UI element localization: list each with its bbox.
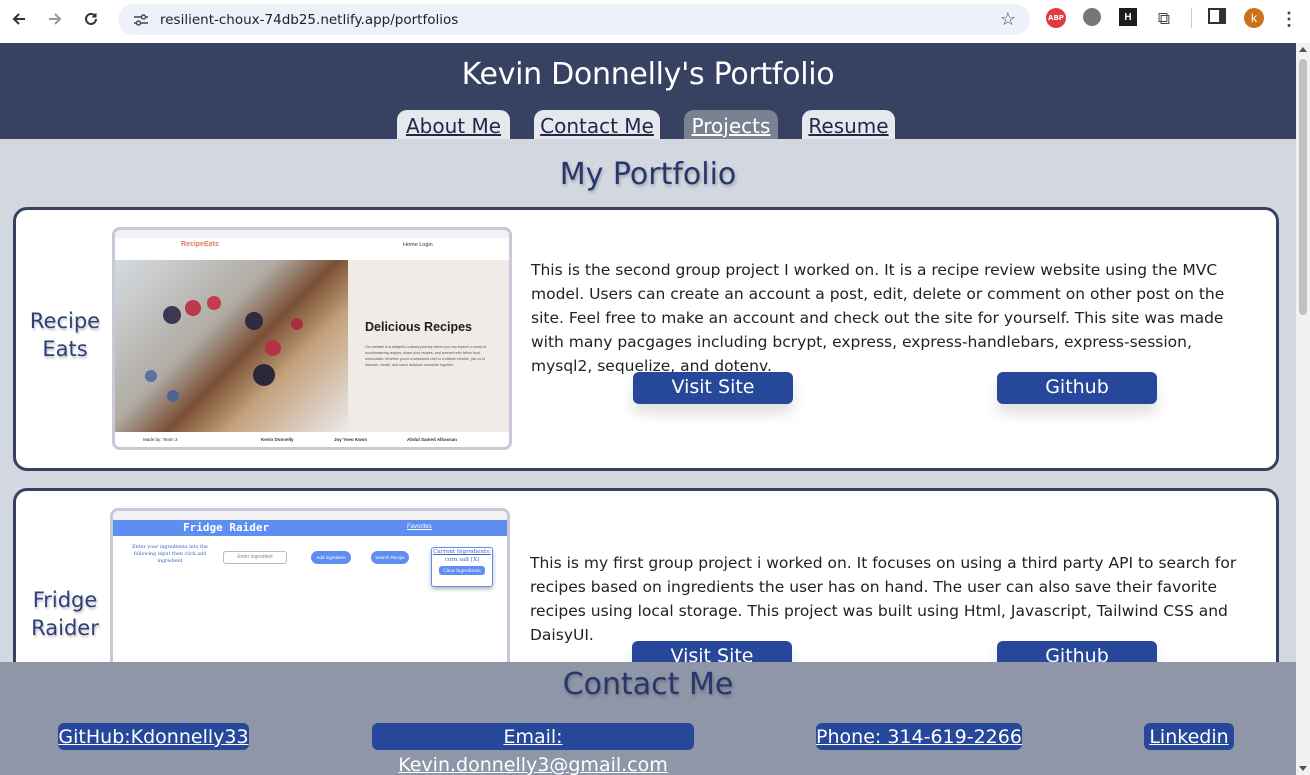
mini-title: Fridge Raider xyxy=(183,521,270,534)
phone-link[interactable]: Phone: 314-619-2266 xyxy=(816,723,1022,750)
reload-icon[interactable] xyxy=(73,1,109,37)
contact-heading: Contact Me xyxy=(562,667,734,702)
extension-ghost-icon[interactable] xyxy=(1083,8,1101,26)
forward-icon[interactable] xyxy=(37,1,73,37)
email-link[interactable]: Email: Kevin.donnelly3@gmail.com xyxy=(372,723,694,775)
adblock-icon[interactable]: ABP xyxy=(1046,8,1066,28)
visit-site-button[interactable]: Visit Site xyxy=(633,372,793,404)
side-panel-icon[interactable] xyxy=(1208,8,1226,24)
browser-toolbar: resilient-choux-74db25.netlify.app/portf… xyxy=(0,0,1310,43)
site-header: Kevin Donnelly's Portfolio About Me Cont… xyxy=(0,43,1296,139)
food-photo xyxy=(115,260,348,432)
portfolio-heading: My Portfolio xyxy=(559,157,737,192)
project-description: This is my first group project i worked … xyxy=(530,554,1237,644)
mini-current-value: corn salt [X] xyxy=(444,557,480,563)
menu-kebab-icon[interactable]: ⋮ xyxy=(1280,8,1298,30)
mini-footer-item: Made by: Team 3 xyxy=(143,437,178,442)
tab-about-me[interactable]: About Me xyxy=(397,110,510,139)
site-settings-icon[interactable] xyxy=(126,13,156,27)
page-scrollbar[interactable] xyxy=(1296,43,1310,775)
mini-footer-item: Abdul Samed Alhassan xyxy=(407,437,457,442)
page-viewport: Kevin Donnelly's Portfolio About Me Cont… xyxy=(0,43,1296,775)
bookmark-star-icon[interactable]: ☆ xyxy=(1000,9,1016,30)
site-title: Kevin Donnelly's Portfolio xyxy=(461,57,835,92)
mini-current-label: Current Ingredients: xyxy=(433,549,491,555)
github-link[interactable]: GitHub:Kdonnelly33 xyxy=(58,723,249,750)
profile-avatar[interactable]: k xyxy=(1244,8,1264,28)
mini-nav-links: Home Login xyxy=(403,242,433,248)
mini-browser-bar xyxy=(113,511,507,520)
project-card: Recipe Eats RecipeEats Home Login Delici… xyxy=(13,207,1279,471)
mini-nav xyxy=(115,238,509,260)
mini-blurb: Our website is a delightful culinary jou… xyxy=(365,345,487,367)
toolbar-divider xyxy=(1191,8,1192,28)
mini-logo: RecipeEats xyxy=(181,241,219,248)
mini-favorites-link: Favorites xyxy=(407,524,432,530)
project-name: Recipe Eats xyxy=(29,309,101,361)
project-description: This is the second group project I worke… xyxy=(531,261,1225,375)
tab-projects[interactable]: Projects xyxy=(684,110,778,139)
address-bar[interactable]: resilient-choux-74db25.netlify.app/portf… xyxy=(118,4,1030,35)
project-name: Fridge Raider xyxy=(31,588,99,640)
mini-heading: Delicious Recipes xyxy=(365,320,472,334)
contact-footer: Contact Me GitHub:Kdonnelly33 Email: Kev… xyxy=(0,662,1296,775)
mini-search-button: Search Recipe xyxy=(371,551,409,564)
back-icon[interactable] xyxy=(1,1,37,37)
project-screenshot[interactable]: RecipeEats Home Login Delicious Recipes … xyxy=(112,227,512,450)
scrollbar-thumb[interactable] xyxy=(1299,59,1307,315)
mini-footer-item: Joy Yoeo Kwon xyxy=(334,437,368,442)
mini-clear-button: Clear Ingredients xyxy=(439,566,485,575)
mini-header xyxy=(113,520,507,536)
extensions-puzzle-icon[interactable]: ⧉ xyxy=(1154,8,1174,30)
mini-footer-item: Kevin Donnelly xyxy=(261,437,294,442)
mini-current-ingredients: Current Ingredients: corn salt [X] Clear… xyxy=(431,547,493,587)
mini-instructions: Enter your ingredients into the followin… xyxy=(132,545,208,564)
tab-resume[interactable]: Resume xyxy=(802,110,895,139)
mini-footer: Made by: Team 3 Kevin Donnelly Joy Yoeo … xyxy=(115,432,509,447)
mini-ingredient-input: Enter ingredient xyxy=(223,551,287,564)
tab-contact-me[interactable]: Contact Me xyxy=(534,110,660,139)
scroll-up-icon[interactable] xyxy=(1299,47,1307,52)
github-button[interactable]: Github xyxy=(997,372,1157,404)
scroll-down-icon[interactable] xyxy=(1299,766,1307,771)
mini-browser-bar xyxy=(115,230,509,238)
mini-add-button: Add Ingredient xyxy=(311,551,351,564)
url-text: resilient-choux-74db25.netlify.app/portf… xyxy=(160,11,459,28)
linkedin-link[interactable]: Linkedin xyxy=(1144,723,1234,750)
extension-h-icon[interactable]: H xyxy=(1119,8,1137,26)
